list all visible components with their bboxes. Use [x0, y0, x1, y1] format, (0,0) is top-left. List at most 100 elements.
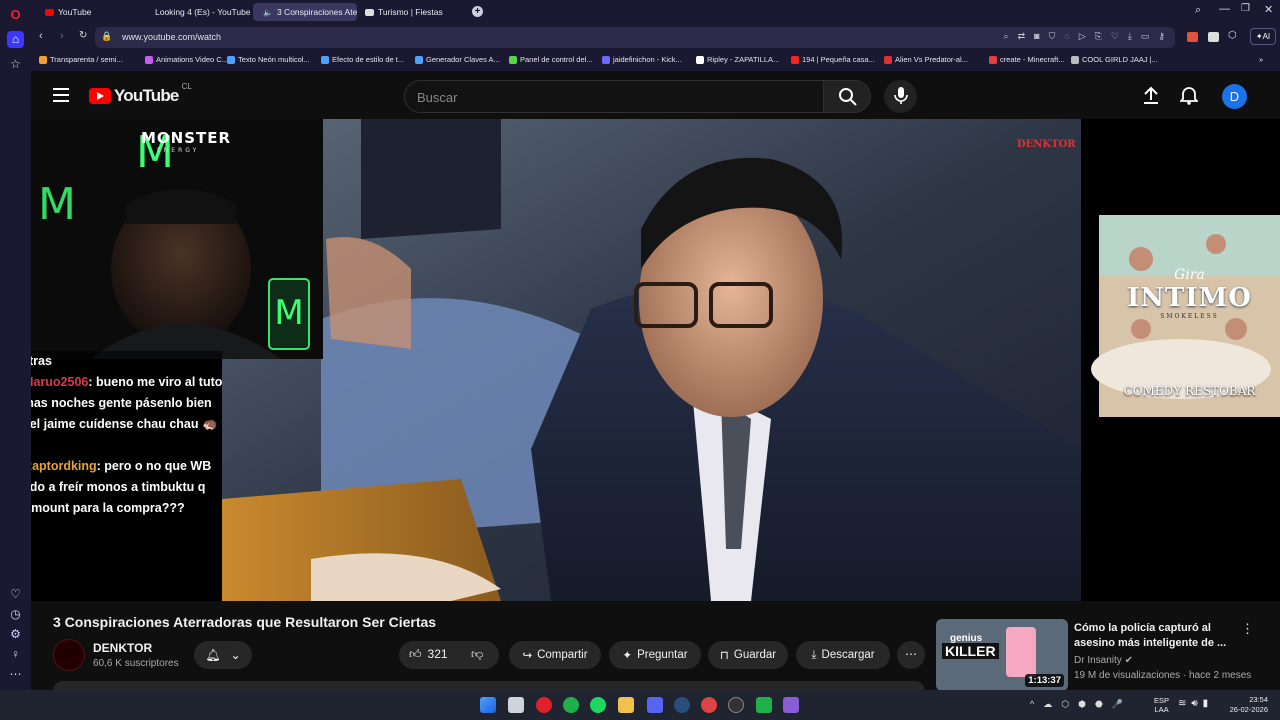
bookmark-label: jaidefinichon - Kick... — [613, 55, 682, 64]
bookmark-item[interactable]: Generador Claves A... — [415, 55, 500, 64]
lens-icon[interactable]: ⌕ — [1004, 31, 1009, 42]
like-button[interactable]: 👍︎ 321 — [409, 647, 448, 662]
bookmark-item[interactable]: Efecto de estilo de t... — [321, 55, 404, 64]
share-icon[interactable]: ⎘ — [1095, 31, 1102, 42]
video-player[interactable]: M M M MONSTER ENERGY DENKTOR pa atras 🧊 … — [31, 119, 1280, 601]
bookmark-item[interactable]: 194 | Pequeña casa... — [791, 55, 875, 64]
task-view-icon[interactable] — [508, 697, 524, 713]
extensions-puzzle-icon[interactable]: ⬡ — [1228, 30, 1237, 41]
voice-search-button[interactable] — [884, 80, 917, 113]
lightbulb-icon[interactable]: ♀ — [7, 646, 24, 663]
chrome-icon[interactable] — [701, 697, 717, 713]
search-button[interactable] — [823, 80, 871, 113]
create-upload-button[interactable] — [1143, 85, 1159, 110]
steam-icon[interactable] — [674, 697, 690, 713]
save-button[interactable]: ⊓ Guardar — [708, 641, 788, 669]
star-icon[interactable]: ☆ — [7, 56, 24, 73]
bookmark-item[interactable]: Alien Vs Predator-al... — [884, 55, 968, 64]
bookmark-favicon-icon — [602, 55, 610, 64]
youtube-logo[interactable]: YouTube CL — [89, 82, 192, 106]
description-box[interactable] — [53, 681, 925, 690]
bookmark-item[interactable]: Ripley - ZAPATILLA... — [696, 55, 779, 64]
translate-icon[interactable]: ⇄ — [1018, 31, 1026, 42]
maximize-button[interactable]: ❐ — [1241, 3, 1250, 14]
tab-conspiraciones[interactable]: 🔈 3 Conspiraciones Aterradoras — [253, 3, 357, 21]
bookmark-item[interactable]: COOL GIRLD JAAJ |... — [1071, 55, 1158, 64]
clock[interactable]: 23:54 26-02-2026 — [1226, 695, 1268, 715]
youtube-logo-text: YouTube — [114, 86, 179, 105]
bookmark-item[interactable]: Transparenta / semi... — [39, 55, 123, 64]
xbox-app-icon[interactable] — [756, 697, 772, 713]
extension-icon[interactable] — [1208, 32, 1219, 42]
forward-button[interactable]: › — [60, 30, 64, 42]
start-icon[interactable] — [480, 697, 496, 713]
bookmark-favicon-icon — [1071, 55, 1079, 64]
minimize-button[interactable]: — — [1219, 3, 1230, 15]
opera-logo-icon[interactable]: O — [7, 6, 24, 23]
url-text[interactable]: www.youtube.com/watch — [122, 32, 221, 42]
account-lock-icon[interactable]: ⚷ — [1158, 31, 1165, 42]
play-icon[interactable]: ▷ — [1079, 31, 1086, 42]
close-window-button[interactable]: ✕ — [1264, 3, 1273, 16]
address-bar[interactable]: 🔒 www.youtube.com/watch ⌕ ⇄ ◙ ⛉ ◌ ▷ ⎘ ♡ … — [95, 27, 1175, 48]
dislike-button[interactable]: 👎︎ — [471, 647, 483, 662]
wallet-icon[interactable]: ▭ — [1141, 31, 1150, 42]
region-code: CL — [181, 82, 192, 91]
menu-icon[interactable] — [53, 88, 69, 102]
history-icon[interactable]: ◷ — [7, 606, 24, 623]
bookmark-item[interactable]: Panel de control del... — [509, 55, 593, 64]
spotify-icon[interactable] — [590, 697, 606, 713]
back-button[interactable]: ‹ — [39, 30, 43, 42]
related-meta: 19 M de visualizaciones · hace 2 meses — [1074, 670, 1252, 681]
opera-taskbar-icon[interactable] — [536, 697, 552, 713]
bookmark-label: Efecto de estilo de t... — [332, 55, 405, 64]
language-indicator[interactable]: ESP LAA — [1154, 696, 1169, 714]
discord-icon[interactable] — [647, 697, 663, 713]
search-tabs-icon[interactable]: ⌕ — [1195, 4, 1201, 17]
subscribed-bell-button[interactable]: 🔔︎ ⌄ — [194, 641, 252, 669]
channel-avatar[interactable] — [53, 639, 85, 671]
reload-button[interactable]: ↻ — [79, 30, 87, 41]
vpn-icon[interactable]: ◌ — [1064, 31, 1069, 42]
download-icon[interactable]: ⤓ — [1128, 31, 1132, 42]
tray-icons[interactable]: ^☁⬡⬢⬣🎤 — [1030, 699, 1132, 710]
more-icon[interactable]: ⋯ — [7, 666, 24, 683]
obs-icon[interactable] — [728, 697, 744, 713]
chevron-down-icon: ⌄ — [230, 648, 241, 662]
bookmark-item[interactable]: Animations Video C... — [145, 55, 228, 64]
bookmark-item[interactable]: Texto Neón multicol... — [227, 55, 310, 64]
opera-sidebar: O ⌂ ☆ ♡ ◷ ⚙ ♀ ⋯ — [0, 0, 31, 690]
more-actions-button[interactable]: ⋯ — [897, 641, 925, 669]
avatar[interactable]: D — [1222, 84, 1247, 109]
search-input[interactable]: Buscar — [404, 80, 823, 113]
related-more-icon[interactable]: ⋮ — [1241, 621, 1254, 637]
camera-icon[interactable]: ◙ — [1034, 31, 1039, 42]
tab-youtube[interactable]: YouTube — [39, 3, 144, 21]
ai-button[interactable]: ✦AI — [1250, 28, 1276, 45]
home-icon[interactable]: ⌂ — [7, 31, 24, 48]
tab-turismo[interactable]: Turismo | Fiestas — [359, 3, 464, 21]
file-explorer-icon[interactable] — [618, 697, 634, 713]
bookmark-item[interactable]: create - Minecraft... — [989, 55, 1065, 64]
network-volume-icons[interactable]: ≋🔊︎▮ — [1178, 698, 1213, 709]
settings-icon[interactable]: ⚙ — [7, 626, 24, 643]
download-button[interactable]: ⤓ Descargar — [796, 641, 890, 669]
tab-looking4[interactable]: Looking 4 (Es) - YouTube — [145, 3, 250, 21]
heart-icon[interactable]: ♡ — [7, 586, 24, 603]
extension-icon[interactable] — [1187, 32, 1198, 42]
related-title[interactable]: Cómo la policía capturó al asesino más i… — [1074, 621, 1244, 651]
shield-icon[interactable]: ⛉ — [1049, 31, 1056, 42]
heart-icon[interactable]: ♡ — [1111, 31, 1119, 42]
bookmarks-bar: Transparenta / semi... Animations Video C… — [31, 50, 1280, 71]
xbox-icon[interactable] — [563, 697, 579, 713]
channel-name[interactable]: DENKTOR — [93, 641, 152, 655]
share-button[interactable]: ↪ Compartir — [509, 641, 601, 669]
bookmarks-more-icon[interactable]: » — [1259, 55, 1263, 64]
bookmark-item[interactable]: jaidefinichon - Kick... — [602, 55, 682, 64]
related-thumbnail[interactable]: genius KILLER 1:13:37 — [936, 619, 1068, 690]
ask-button[interactable]: ✦ Preguntar — [609, 641, 701, 669]
notifications-button[interactable] — [1178, 85, 1200, 110]
app-icon[interactable] — [783, 697, 799, 713]
new-tab-button[interactable]: + — [472, 6, 483, 17]
related-video[interactable]: genius KILLER 1:13:37 Cómo la policía ca… — [936, 619, 1276, 690]
